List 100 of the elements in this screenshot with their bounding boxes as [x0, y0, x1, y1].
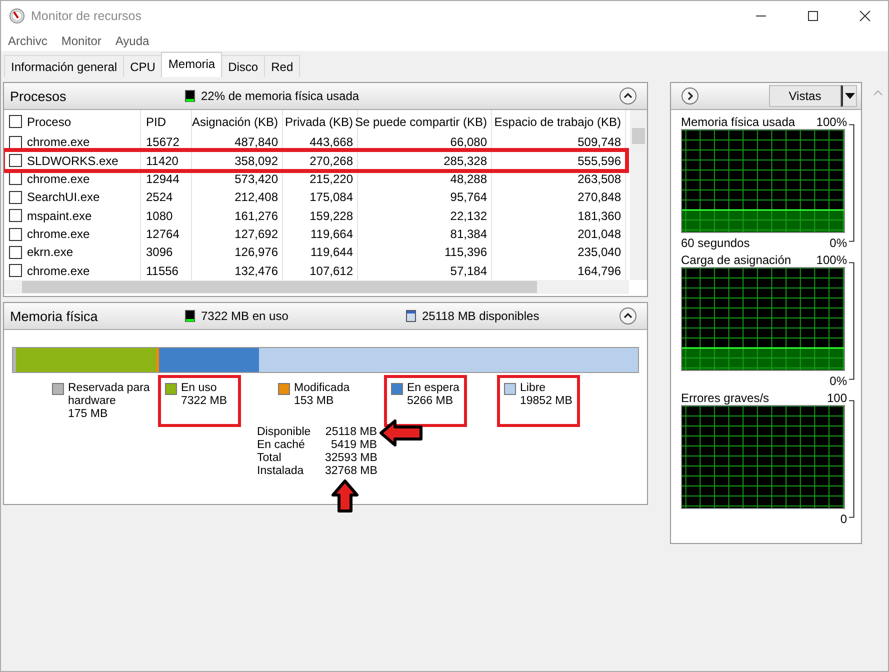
row-checkbox[interactable] — [9, 264, 22, 278]
legend-label: Libre — [520, 382, 547, 395]
table-cell: 15672 — [146, 135, 180, 150]
column-header[interactable]: Espacio de trabajo (KB) — [494, 114, 621, 128]
row-checkbox[interactable] — [9, 154, 22, 168]
panel-header[interactable]: Memoria física 7322 MB en uso 25118 MB disponibles — [4, 303, 647, 330]
table-cell: 555,596 — [578, 154, 621, 168]
column-header[interactable]: Proceso — [27, 114, 72, 128]
table-cell: 215,220 — [310, 172, 353, 186]
select-all-checkbox[interactable] — [9, 115, 22, 128]
table-cell: 1080 — [146, 208, 173, 223]
table-cell: mspaint.exe — [27, 208, 92, 223]
table-cell: 263,508 — [578, 172, 621, 186]
legend-label: Modificada — [294, 382, 351, 395]
stat-label: En caché — [257, 439, 306, 452]
table-cell: 119,644 — [310, 245, 353, 260]
table-cell: 509,748 — [578, 135, 621, 150]
axis-max: 100% — [816, 114, 847, 128]
table-cell: 443,668 — [310, 135, 353, 150]
column-header[interactable]: Privada (KB) — [284, 114, 353, 128]
table-cell: 11556 — [146, 264, 178, 278]
table-cell: 181,360 — [578, 208, 621, 223]
legend-value: 153 MB — [294, 395, 335, 408]
in-use-summary: 7322 MB en uso — [201, 309, 290, 323]
table-cell: chrome.exe — [27, 172, 90, 186]
table-cell: 132,476 — [234, 264, 278, 278]
table-cell: 126,976 — [234, 245, 278, 260]
table-cell: 175,084 — [310, 190, 353, 204]
table-cell: 3096 — [146, 245, 173, 260]
graph-title: Memoria física usada — [681, 114, 796, 128]
table-cell: 235,040 — [578, 245, 621, 260]
table-cell: chrome.exe — [27, 264, 90, 278]
row-checkbox[interactable] — [9, 246, 22, 259]
table-cell: 12944 — [146, 172, 180, 186]
expand-icon[interactable] — [681, 87, 699, 105]
table-cell: ekrn.exe — [27, 245, 74, 260]
table-cell: chrome.exe — [27, 135, 90, 150]
graph-title: Carga de asignación — [681, 252, 792, 266]
panel-header[interactable]: Procesos 22% de memoria física usada — [4, 83, 647, 110]
row-checkbox[interactable] — [9, 228, 22, 241]
row-checkbox[interactable] — [9, 190, 22, 204]
menu-item[interactable]: Archivc — [8, 34, 48, 48]
table-cell: 285,328 — [444, 154, 487, 168]
legend-value: 19852 MB — [520, 395, 574, 408]
row-checkbox[interactable] — [9, 172, 22, 186]
collapse-icon[interactable] — [619, 307, 637, 325]
maximize-icon[interactable] — [807, 10, 819, 22]
tab[interactable]: Red — [264, 55, 300, 77]
table-cell: 358,092 — [234, 154, 278, 168]
collapse-icon[interactable] — [619, 87, 637, 105]
table-cell: 81,384 — [450, 227, 487, 242]
table-cell: 212,408 — [234, 190, 278, 204]
memory-summary: 22% de memoria física usada — [201, 89, 360, 103]
stat-value: 32768 MB — [325, 465, 377, 478]
legend-value: 5266 MB — [407, 395, 454, 408]
dropdown-button[interactable] — [841, 85, 857, 107]
table-cell: 2524 — [146, 190, 173, 204]
vertical-scrollbar[interactable] — [630, 110, 647, 280]
table-cell: 487,840 — [234, 135, 278, 150]
table-cell: 164,796 — [578, 264, 621, 278]
column-header[interactable]: Asignación (KB) — [192, 114, 278, 128]
column-header[interactable]: Se puede compartir (KB) — [354, 114, 487, 128]
table-cell: SearchUI.exe — [27, 190, 100, 204]
table-cell: chrome.exe — [27, 227, 90, 242]
menu-item[interactable]: Monitor — [61, 34, 102, 48]
menu-item[interactable]: Ayuda — [115, 34, 150, 48]
legend-label: En espera — [407, 382, 460, 395]
table-cell: 159,228 — [310, 208, 353, 223]
table-cell: 201,048 — [578, 227, 621, 242]
panel-title: Memoria física — [10, 308, 99, 324]
legend-label: En uso — [181, 382, 218, 395]
meter-icon — [185, 90, 195, 102]
column-header[interactable]: PID — [146, 114, 166, 128]
table-cell: 57,184 — [450, 264, 487, 278]
table-cell: 12764 — [146, 227, 180, 242]
meter-icon — [185, 310, 195, 322]
close-icon[interactable] — [859, 10, 871, 22]
legend-value: 7322 MB — [181, 395, 228, 408]
axis-max: 100% — [816, 252, 847, 266]
stat-value: 25118 MB — [325, 426, 377, 439]
table-cell: 119,664 — [310, 227, 353, 242]
stat-label: Instalada — [257, 465, 305, 478]
tab[interactable]: Información general — [4, 55, 124, 77]
legend-value: 175 MB — [68, 408, 109, 421]
table-cell: 270,848 — [578, 190, 621, 204]
views-button[interactable]: Vistas — [769, 85, 841, 107]
window-title: Monitor de recursos — [31, 9, 142, 23]
panel-title: Procesos — [10, 88, 68, 104]
horizontal-scrollbar[interactable] — [4, 280, 629, 294]
time-span-label: 60 segundos — [681, 236, 750, 250]
table-cell: 22,132 — [450, 208, 487, 223]
stat-label: Total — [257, 452, 282, 465]
row-checkbox[interactable] — [9, 209, 22, 222]
axis-min: 0% — [830, 374, 847, 388]
tab[interactable]: Memoria — [161, 52, 222, 77]
stat-value: 32593 MB — [325, 452, 377, 465]
row-checkbox[interactable] — [9, 136, 22, 149]
gauge-icon — [9, 8, 25, 24]
available-summary: 25118 MB disponibles — [422, 309, 540, 323]
table-cell: 95,764 — [450, 190, 487, 204]
